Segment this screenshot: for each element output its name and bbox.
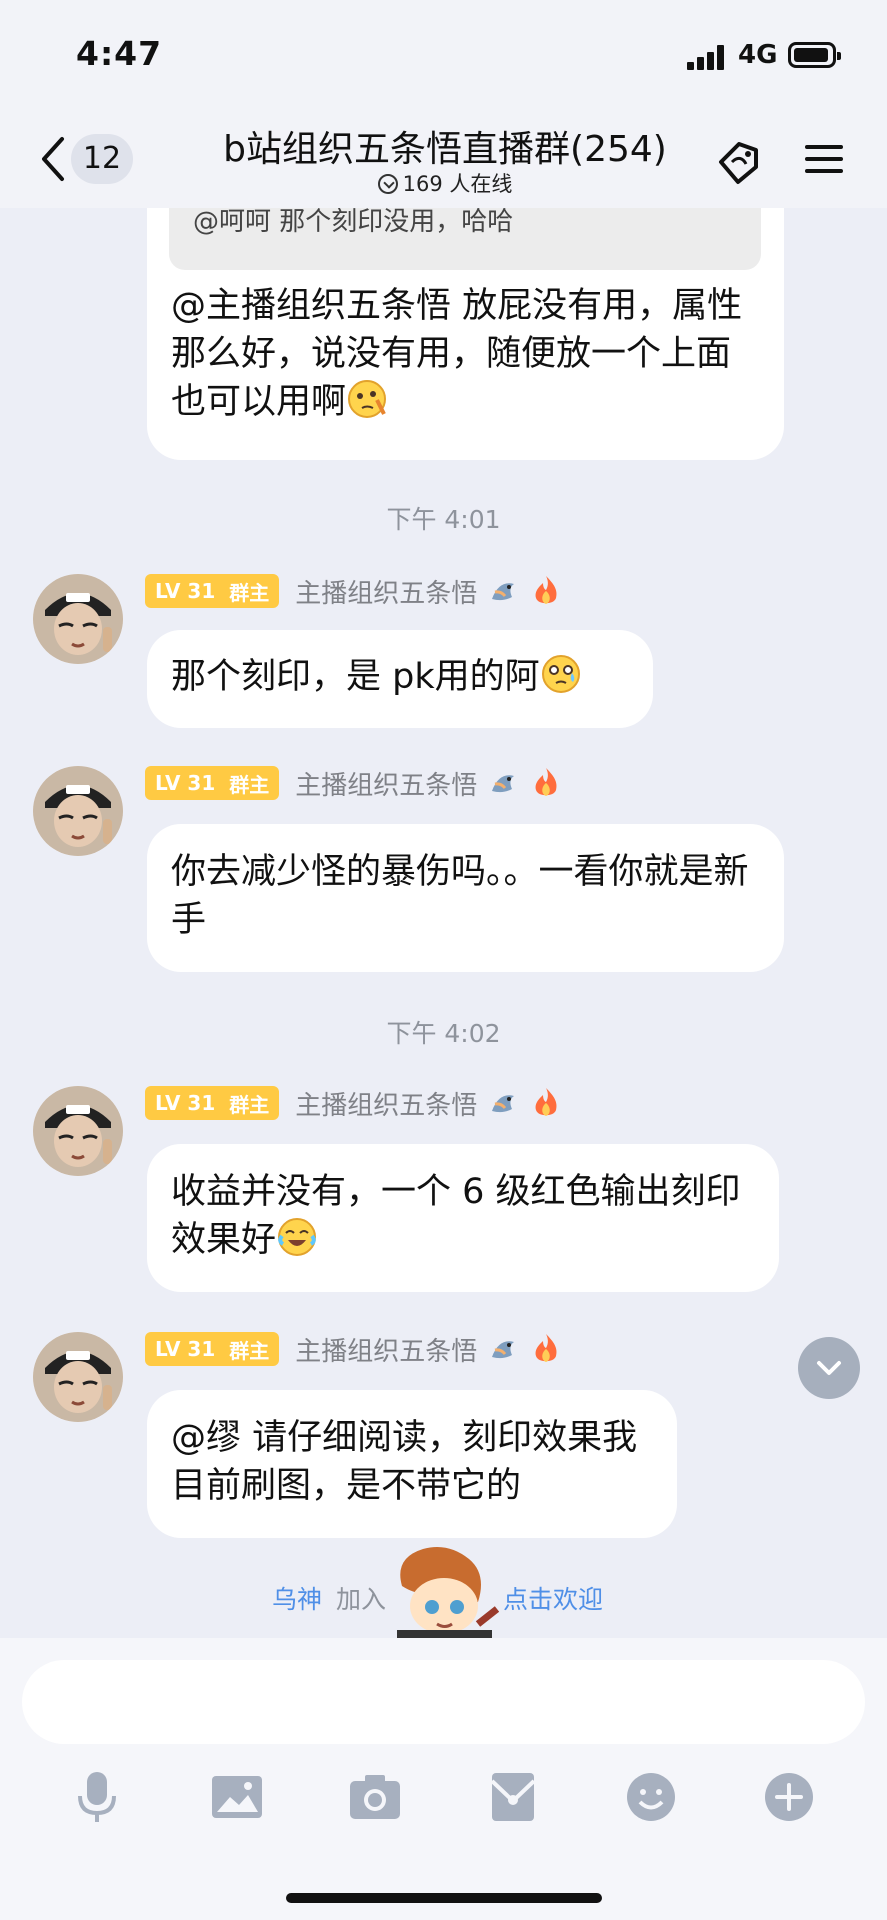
level-badge: LV 31 群主	[145, 574, 280, 608]
message-meta: LV 31 群主 主播组织五条悟	[145, 573, 561, 610]
worried-face-icon	[540, 653, 582, 695]
scroll-to-bottom-button[interactable]	[798, 1337, 860, 1399]
group-title: b站组织五条悟直播群(254)	[223, 129, 667, 170]
fire-icon	[535, 576, 557, 604]
battery-icon	[788, 42, 841, 68]
dragon-icon	[492, 1341, 515, 1359]
dragon-icon	[492, 583, 515, 601]
avatar[interactable]	[33, 1332, 123, 1422]
role-label: 群主	[229, 772, 270, 797]
fire-icon	[535, 1334, 557, 1362]
online-label: 169 人在线	[402, 172, 513, 196]
role-label: 群主	[229, 1092, 270, 1117]
message-text: 收益并没有，一个 6 级红色输出刻印效果好	[171, 1172, 741, 1260]
join-notice: 乌神 加入 点击欢迎	[0, 1544, 887, 1640]
network-label: 4G	[738, 40, 778, 70]
join-action: 加入	[336, 1585, 387, 1614]
thinking-face-icon	[346, 378, 388, 420]
sender-name[interactable]: 主播组织五条悟	[295, 1331, 477, 1368]
message-bubble[interactable]: 收益并没有，一个 6 级红色输出刻印效果好	[147, 1144, 779, 1292]
level-label: LV 31	[155, 1337, 216, 1361]
sender-name[interactable]: 主播组织五条悟	[295, 1085, 477, 1122]
role-label: 群主	[229, 1338, 270, 1363]
message-text: 那个刻印，是 pk用的阿	[171, 657, 540, 697]
avatar[interactable]	[33, 574, 123, 664]
tag-icon[interactable]	[712, 134, 766, 188]
join-user-link[interactable]: 乌神	[272, 1580, 322, 1616]
message-bubble[interactable]: 你去减少怪的暴伤吗。。一看你就是新手	[147, 824, 784, 972]
level-badge: LV 31 群主	[145, 766, 280, 800]
chat-header: 12 b站组织五条悟直播群(254) 169 人在线	[0, 110, 887, 208]
timestamp: 下午 4:01	[386, 505, 501, 534]
quoted-message[interactable]: @呵呵 那个刻印没用，哈哈	[169, 208, 761, 270]
camera-icon[interactable]	[344, 1766, 406, 1828]
fire-icon	[535, 768, 557, 796]
chevron-down-icon	[377, 174, 398, 194]
signal-icon	[687, 44, 727, 70]
message-meta: LV 31 群主 主播组织五条悟	[145, 1085, 561, 1122]
level-label: LV 31	[155, 1091, 216, 1115]
status-time: 4:47	[76, 34, 163, 73]
fire-icon	[535, 1088, 557, 1116]
laughing-face-icon	[276, 1216, 318, 1258]
dragon-icon	[492, 775, 515, 793]
home-indicator	[286, 1893, 602, 1903]
status-bar: 4:47 4G	[0, 0, 887, 110]
message-bubble[interactable]: @缪 请仔细阅读，刻印效果我目前刷图，是不带它的	[147, 1390, 677, 1538]
menu-icon[interactable]	[805, 140, 843, 178]
message-text: 你去减少怪的暴伤吗。。一看你就是新手	[171, 852, 749, 940]
avatar[interactable]	[33, 1086, 123, 1176]
message-input[interactable]	[22, 1660, 865, 1744]
welcome-sticker	[389, 1544, 499, 1640]
dragon-icon	[492, 1095, 515, 1113]
role-label: 群主	[229, 580, 270, 605]
message-bubble[interactable]: @呵呵 那个刻印没用，哈哈 @主播组织五条悟 放屁没有用，属性那么好，说没有用，…	[147, 208, 784, 460]
timestamp: 下午 4:02	[386, 1019, 501, 1048]
level-label: LV 31	[155, 771, 216, 795]
message-bubble[interactable]: 那个刻印，是 pk用的阿	[147, 630, 653, 728]
level-label: LV 31	[155, 579, 216, 603]
chevron-down-icon	[817, 1361, 841, 1375]
sender-name[interactable]: 主播组织五条悟	[295, 765, 477, 802]
unread-count-badge[interactable]: 12	[71, 134, 133, 184]
red-envelope-icon[interactable]	[482, 1766, 544, 1828]
message-text: @主播组织五条悟 放屁没有用，属性那么好，说没有用，随便放一个上面也可以用啊	[171, 286, 743, 422]
message-meta: LV 31 群主 主播组织五条悟	[145, 765, 561, 802]
welcome-link[interactable]: 点击欢迎	[503, 1580, 603, 1616]
message-meta: LV 31 群主 主播组织五条悟	[145, 1331, 561, 1368]
quote-text: @呵呵 那个刻印没用，哈哈	[193, 208, 514, 237]
mic-icon[interactable]	[66, 1766, 128, 1828]
image-icon[interactable]	[206, 1766, 268, 1828]
sender-name[interactable]: 主播组织五条悟	[295, 573, 477, 610]
message-text: @缪 请仔细阅读，刻印效果我目前刷图，是不带它的	[171, 1418, 638, 1506]
plus-icon[interactable]	[758, 1766, 820, 1828]
online-count[interactable]: 169 人在线	[360, 168, 530, 198]
back-icon[interactable]	[38, 134, 68, 184]
message-list[interactable]: @呵呵 那个刻印没用，哈哈 @主播组织五条悟 放屁没有用，属性那么好，说没有用，…	[0, 208, 887, 1638]
emoji-icon[interactable]	[620, 1766, 682, 1828]
composer-area	[0, 1638, 887, 1920]
avatar[interactable]	[33, 766, 123, 856]
level-badge: LV 31 群主	[145, 1086, 280, 1120]
level-badge: LV 31 群主	[145, 1332, 280, 1366]
